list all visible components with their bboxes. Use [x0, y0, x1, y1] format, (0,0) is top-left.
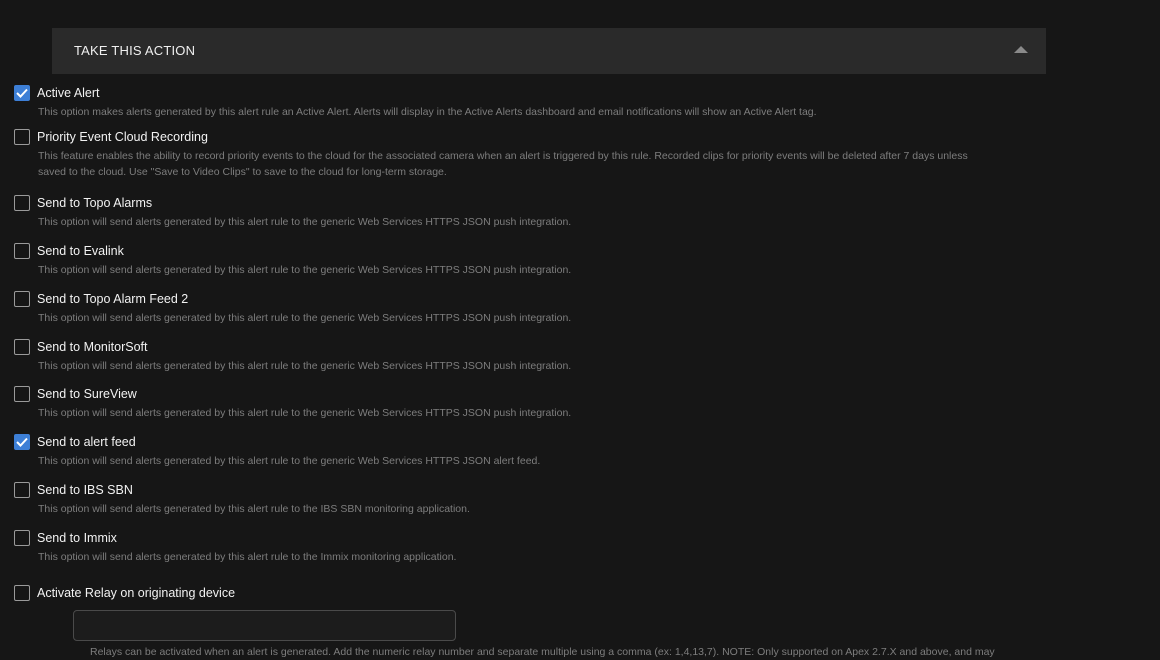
chevron-up-icon[interactable]	[1014, 45, 1028, 53]
option-active-alert: Active Alert This option makes alerts ge…	[14, 84, 994, 120]
option-send-to-immix: Send to Immix This option will send aler…	[14, 529, 994, 565]
option-send-to-ibs-sbn: Send to IBS SBN This option will send al…	[14, 481, 994, 517]
send-to-ibs-sbn-checkbox[interactable]	[14, 482, 30, 498]
relay-description: Relays can be activated when an alert is…	[90, 646, 995, 658]
option-label[interactable]: Priority Event Cloud Recording	[37, 130, 208, 144]
send-to-topo-alarm-feed-2-checkbox[interactable]	[14, 291, 30, 307]
option-description: This option will send alerts generated b…	[38, 551, 457, 563]
option-description: This option will send alerts generated b…	[38, 312, 572, 324]
option-send-to-evalink: Send to Evalink This option will send al…	[14, 242, 994, 278]
option-description: This option will send alerts generated b…	[38, 455, 541, 467]
option-description: This option makes alerts generated by th…	[38, 106, 817, 118]
send-to-immix-checkbox[interactable]	[14, 530, 30, 546]
option-activate-relay: Activate Relay on originating device	[14, 584, 994, 602]
option-priority-event-cloud-recording: Priority Event Cloud Recording This feat…	[14, 128, 994, 180]
option-send-to-topo-alarms: Send to Topo Alarms This option will sen…	[14, 194, 994, 230]
option-description: This option will send alerts generated b…	[38, 407, 572, 419]
take-action-section: TAKE THIS ACTION	[52, 28, 1046, 74]
send-to-alert-feed-checkbox[interactable]	[14, 434, 30, 450]
section-header[interactable]: TAKE THIS ACTION	[52, 28, 1046, 74]
option-label[interactable]: Active Alert	[37, 86, 100, 100]
option-label[interactable]: Send to SureView	[37, 387, 137, 401]
relay-number-input[interactable]	[73, 610, 456, 641]
send-to-evalink-checkbox[interactable]	[14, 243, 30, 259]
option-label[interactable]: Send to MonitorSoft	[37, 340, 147, 354]
priority-event-cloud-recording-checkbox[interactable]	[14, 129, 30, 145]
option-send-to-sureview: Send to SureView This option will send a…	[14, 385, 994, 421]
option-description: This option will send alerts generated b…	[38, 264, 572, 276]
option-description: This option will send alerts generated b…	[38, 216, 572, 228]
option-label[interactable]: Send to Evalink	[37, 244, 124, 258]
activate-relay-checkbox[interactable]	[14, 585, 30, 601]
option-description: This option will send alerts generated b…	[38, 503, 470, 515]
option-send-to-topo-alarm-feed-2: Send to Topo Alarm Feed 2 This option wi…	[14, 290, 994, 326]
option-send-to-alert-feed: Send to alert feed This option will send…	[14, 433, 994, 469]
option-label[interactable]: Send to alert feed	[37, 435, 136, 449]
send-to-sureview-checkbox[interactable]	[14, 386, 30, 402]
option-label[interactable]: Send to Topo Alarm Feed 2	[37, 292, 188, 306]
section-title: TAKE THIS ACTION	[74, 43, 196, 58]
option-label[interactable]: Send to IBS SBN	[37, 483, 133, 497]
send-to-monitorsoft-checkbox[interactable]	[14, 339, 30, 355]
option-description: This option will send alerts generated b…	[38, 360, 572, 372]
option-description: This feature enables the ability to reco…	[38, 150, 968, 178]
option-send-to-monitorsoft: Send to MonitorSoft This option will sen…	[14, 338, 994, 374]
option-label[interactable]: Send to Immix	[37, 531, 117, 545]
active-alert-checkbox[interactable]	[14, 85, 30, 101]
option-label[interactable]: Send to Topo Alarms	[37, 196, 152, 210]
option-label[interactable]: Activate Relay on originating device	[37, 586, 235, 600]
send-to-topo-alarms-checkbox[interactable]	[14, 195, 30, 211]
